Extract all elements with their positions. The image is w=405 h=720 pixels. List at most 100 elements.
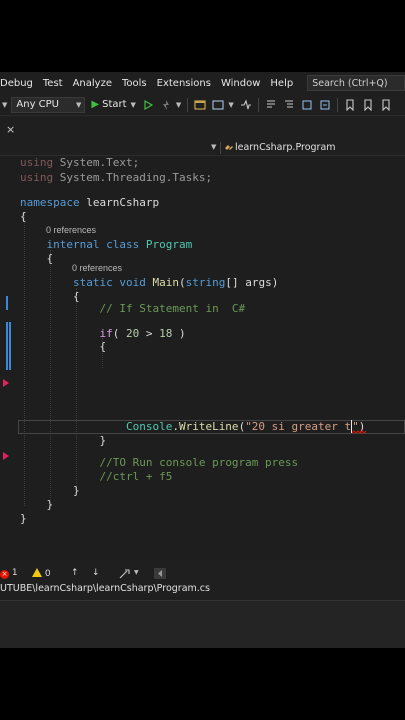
change-marker xyxy=(9,322,11,370)
play-icon: ▶ xyxy=(91,99,100,110)
warning-count[interactable]: 0 xyxy=(32,568,51,579)
keyword: namespace xyxy=(20,196,80,209)
start-button[interactable]: ▶ Start ▼ xyxy=(91,99,136,110)
start-label: Start xyxy=(102,99,127,110)
warning-icon xyxy=(32,568,42,577)
code-line-namespace: namespace learnCsharp xyxy=(20,196,159,210)
arrow-up-icon[interactable]: ↑ xyxy=(71,568,79,578)
brace: } xyxy=(46,498,54,511)
search-box[interactable]: Search (Ctrl+Q) xyxy=(307,75,405,91)
chevron-down-icon[interactable]: ▼ xyxy=(134,569,139,576)
punct: ( xyxy=(178,276,186,289)
chevron-down-icon[interactable]: ▼ xyxy=(228,101,233,109)
status-bar: × 1 0 ↑ ↓ ▼ xyxy=(0,566,405,582)
comment: // If Statement in C# xyxy=(99,302,246,315)
change-marker xyxy=(6,322,8,370)
code-line-brace: { xyxy=(20,210,27,224)
code-line-brace: { xyxy=(20,252,54,266)
warning-count-value: 0 xyxy=(44,569,51,579)
error-marker-icon xyxy=(3,452,9,460)
navbar-separator xyxy=(220,142,221,154)
number: 20 xyxy=(125,327,140,340)
diagnostic-icon[interactable] xyxy=(240,98,252,111)
punct: ) xyxy=(172,327,186,340)
chevron-down-icon[interactable]: ▼ xyxy=(176,101,181,109)
method-name: WriteLine xyxy=(178,420,239,433)
menu-debug[interactable]: Debug xyxy=(0,78,39,89)
navigation-bar: ▼ learnCsharp.Program xyxy=(0,140,405,156)
toolbar-separator xyxy=(336,97,338,112)
class-name: Console xyxy=(125,420,173,433)
bookmark-icon[interactable] xyxy=(344,98,356,111)
menu-analyze[interactable]: Analyze xyxy=(73,78,118,89)
chevron-down-icon: ▼ xyxy=(130,100,136,109)
keyword: string xyxy=(185,276,226,289)
menu-tools[interactable]: Tools xyxy=(122,78,153,89)
code-line-using-threading: using System.Threading.Tasks; xyxy=(20,171,212,185)
next-bookmark-icon[interactable] xyxy=(380,98,392,111)
platform-value: Any CPU xyxy=(16,99,59,110)
menu-window[interactable]: Window xyxy=(221,78,266,89)
code-line-class: internal class Program xyxy=(20,238,193,252)
previous-bookmark-icon[interactable] xyxy=(362,98,374,111)
chevron-down-icon: ▼ xyxy=(76,100,82,109)
start-without-debugging-icon[interactable] xyxy=(142,99,154,111)
code-line-brace: } xyxy=(20,484,80,498)
menu-extensions[interactable]: Extensions xyxy=(157,78,217,89)
namespace: Threading xyxy=(106,171,166,184)
indent-icon[interactable] xyxy=(301,99,313,111)
error-count[interactable]: × 1 xyxy=(0,568,18,579)
chevron-down-icon[interactable]: ▼ xyxy=(211,143,216,151)
comment-icon[interactable] xyxy=(265,99,277,111)
comment: //TO Run console program press xyxy=(99,456,299,469)
keyword: class xyxy=(106,238,140,251)
scroll-left-icon[interactable] xyxy=(154,568,166,579)
error-marker-icon xyxy=(3,379,9,387)
namespace: Tasks xyxy=(172,171,206,184)
code-cleanup-icon[interactable] xyxy=(119,569,131,579)
window-layout-icon[interactable] xyxy=(212,99,224,111)
outdent-icon[interactable] xyxy=(319,99,331,111)
class-icon xyxy=(225,145,233,150)
hot-reload-icon[interactable] xyxy=(160,99,172,111)
parameters: [] args) xyxy=(225,276,279,289)
menu-help[interactable]: Help xyxy=(270,78,299,89)
search-placeholder: Search (Ctrl+Q) xyxy=(312,77,388,89)
punct: ( xyxy=(112,327,126,340)
error-count-value: 1 xyxy=(11,568,18,578)
namespace: Text xyxy=(106,156,133,169)
brace: } xyxy=(20,512,27,525)
platform-dropdown[interactable]: Any CPU ▼ xyxy=(11,96,86,113)
close-icon[interactable]: × xyxy=(6,123,15,136)
menu-test[interactable]: Test xyxy=(43,78,69,89)
namespace: System xyxy=(59,171,100,184)
uncomment-icon[interactable] xyxy=(283,99,295,111)
keyword: internal xyxy=(46,238,100,251)
code-line-brace: { xyxy=(20,340,106,354)
punct: ; xyxy=(205,171,213,184)
namespace-name: learnCsharp xyxy=(86,196,160,209)
codelens-references[interactable]: 0 references xyxy=(72,263,122,273)
code-editor[interactable]: using System.Text; using System.Threadin… xyxy=(0,156,405,560)
change-marker xyxy=(6,296,8,310)
toolbar-caret-icon[interactable]: ▼ xyxy=(2,101,7,109)
arrow-down-icon[interactable]: ↓ xyxy=(92,568,100,578)
tab-bar: × xyxy=(0,122,405,140)
member-dropdown[interactable]: learnCsharp.Program xyxy=(235,142,336,153)
code-line-brace: } xyxy=(20,498,54,512)
error-squiggle xyxy=(352,430,366,434)
keyword: static xyxy=(72,276,113,289)
code-line-main: static void Main(string[] args) xyxy=(20,276,278,290)
class-name: Program xyxy=(145,238,193,251)
method-name: Main xyxy=(152,276,179,289)
keyword: using xyxy=(20,156,54,169)
keyword: using xyxy=(20,171,54,184)
punct: ; xyxy=(132,156,140,169)
codelens-references[interactable]: 0 references xyxy=(46,225,96,235)
comment: //ctrl + f5 xyxy=(99,470,173,483)
code-line-comment: // If Statement in C# xyxy=(20,302,245,316)
brace: } xyxy=(99,434,107,447)
browser-link-icon[interactable] xyxy=(194,99,206,111)
